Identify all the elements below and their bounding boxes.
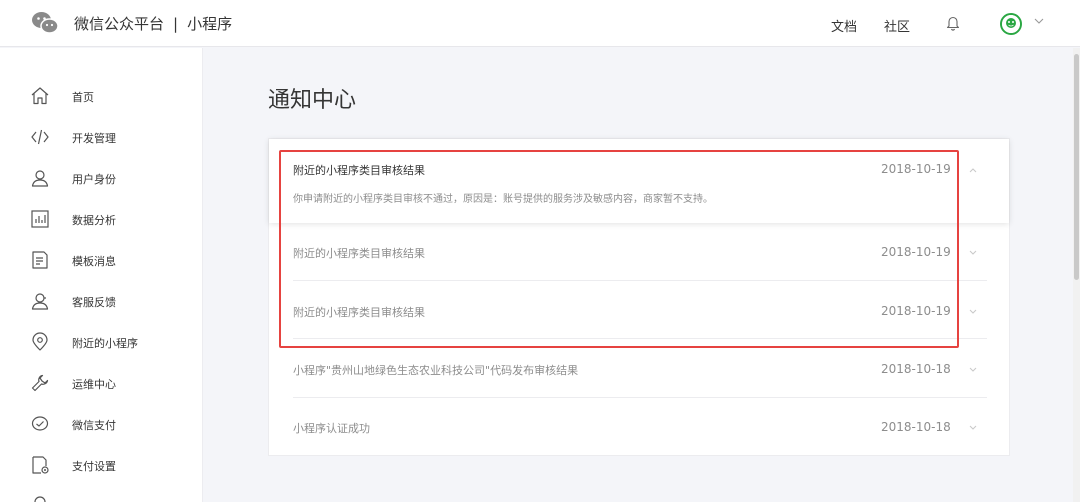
sidebar-item-data-analysis[interactable]: 数据分析 [0, 202, 203, 236]
wrench-icon [31, 374, 49, 392]
sidebar-item-label: 微信支付 [72, 419, 116, 432]
home-icon [31, 87, 49, 105]
sidebar-item-label: 开发管理 [72, 132, 116, 145]
sidebar-item-payment-settings[interactable]: 支付设置 [0, 448, 203, 482]
sidebar-item-label: 运维中心 [72, 378, 116, 391]
sidebar-item-wechat-pay[interactable]: 微信支付 [0, 407, 203, 441]
notification-item-expanded[interactable]: 附近的小程序类目审核结果 2018-10-19 你申请附近的小程序类目审核不通过… [269, 139, 1009, 223]
top-bar: 微信公众平台 | 小程序 文档 社区 [0, 0, 1080, 47]
sidebar-item-label: 附近的小程序 [72, 337, 138, 350]
notification-title: 附近的小程序类目审核结果 [293, 164, 425, 177]
notification-date: 2018-10-18 [881, 362, 951, 376]
notification-item[interactable]: 小程序"贵州山地绿色生态农业科技公司"代码发布审核结果 2018-10-18 [269, 339, 1009, 398]
sidebar-item-dev-management[interactable]: 开发管理 [0, 120, 203, 154]
chevron-down-icon[interactable] [969, 367, 977, 373]
notification-description: 你申请附近的小程序类目审核不通过，原因是：账号提供的服务涉及敏感内容，商家暂不支… [293, 194, 713, 205]
location-icon [32, 332, 48, 351]
community-link[interactable]: 社区 [884, 16, 910, 35]
code-icon [31, 129, 49, 145]
document-icon [32, 251, 48, 269]
avatar[interactable] [1000, 13, 1022, 35]
page-title: 通知中心 [268, 88, 357, 113]
notification-title: 小程序认证成功 [293, 422, 370, 435]
wechat-logo-icon[interactable] [31, 11, 59, 35]
brand-title: 微信公众平台 | 小程序 [74, 13, 232, 34]
notification-title: 附近的小程序类目审核结果 [293, 247, 425, 260]
notification-date: 2018-10-19 [881, 245, 951, 259]
sidebar-item-template-messages[interactable]: 模板消息 [0, 243, 203, 277]
sidebar-item-label: 首页 [72, 91, 94, 104]
sidebar-item-user-identity[interactable]: 用户身份 [0, 161, 203, 195]
sidebar-item-label: 客服反馈 [72, 296, 116, 309]
notification-title: 小程序"贵州山地绿色生态农业科技公司"代码发布审核结果 [293, 364, 579, 377]
chevron-down-icon[interactable] [969, 250, 977, 256]
chevron-down-icon[interactable] [1034, 17, 1044, 25]
brand-name: 微信公众平台 [74, 15, 165, 33]
chevron-down-icon[interactable] [969, 309, 977, 315]
sidebar-item-label: 数据分析 [72, 214, 116, 227]
chevron-up-icon[interactable] [969, 167, 977, 173]
payment-settings-icon [32, 456, 49, 474]
brand-separator: | [173, 15, 179, 33]
sidebar-item-home[interactable]: 首页 [0, 79, 203, 113]
page-scrollbar[interactable] [1073, 48, 1080, 502]
chevron-down-icon[interactable] [969, 425, 977, 431]
sidebar-item-nearby-miniprogram[interactable]: 附近的小程序 [0, 325, 203, 359]
notification-date: 2018-10-18 [881, 420, 951, 434]
chart-icon [31, 210, 49, 228]
sidebar: 首页 开发管理 用户身份 数据分析 模板消息 客服反馈 附近的小程序 运维中心 … [0, 48, 203, 502]
notification-date: 2018-10-19 [881, 304, 951, 318]
brand-subtitle: 小程序 [187, 15, 233, 33]
user-icon [31, 170, 49, 187]
sidebar-item-customer-feedback[interactable]: 客服反馈 [0, 284, 203, 318]
notification-date: 2018-10-19 [881, 162, 951, 176]
bell-icon[interactable] [946, 15, 960, 31]
sidebar-item-label: 用户身份 [72, 173, 116, 186]
scrollbar-thumb[interactable] [1074, 54, 1079, 280]
notification-item[interactable]: 小程序认证成功 2018-10-18 [269, 398, 1009, 456]
notification-item[interactable]: 附近的小程序类目审核结果 2018-10-19 [269, 223, 1009, 281]
more-icon [34, 496, 46, 502]
notification-title: 附近的小程序类目审核结果 [293, 306, 425, 319]
avatar-image-icon [1002, 15, 1020, 33]
docs-link[interactable]: 文档 [831, 16, 857, 35]
wechat-pay-icon [31, 416, 49, 431]
headset-icon [31, 293, 49, 310]
sidebar-item-label: 支付设置 [72, 460, 116, 473]
notification-item[interactable]: 附近的小程序类目审核结果 2018-10-19 [269, 281, 1009, 339]
notification-list: 附近的小程序类目审核结果 2018-10-19 你申请附近的小程序类目审核不通过… [268, 138, 1010, 456]
sidebar-item-label: 模板消息 [72, 255, 116, 268]
sidebar-item-ops-center[interactable]: 运维中心 [0, 366, 203, 400]
